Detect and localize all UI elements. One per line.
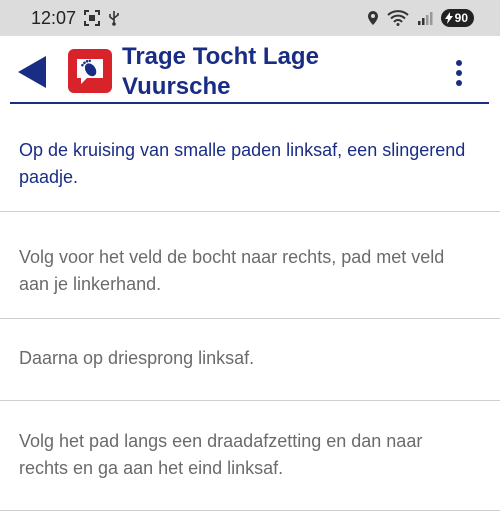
route-step-text: Daarna op driesprong linksaf.	[19, 348, 255, 368]
route-step-text: Volg voor het veld de bocht naar rechts,…	[19, 247, 445, 294]
battery-icon: 90	[440, 9, 474, 27]
route-step-text: Op de kruising van smalle paden linksaf,…	[19, 140, 466, 187]
route-step-item[interactable]: Volg voor het veld de bocht naar rechts,…	[0, 212, 500, 319]
back-button[interactable]	[12, 54, 52, 90]
route-step-list: Op de kruising van smalle paden linksaf,…	[0, 104, 500, 511]
route-step-text: Volg het pad langs een draadafzetting en…	[19, 431, 423, 478]
footprint-logo-icon	[77, 59, 103, 84]
location-icon	[367, 11, 378, 25]
screenshot-icon	[84, 10, 100, 26]
route-step-item[interactable]: Daarna op driesprong linksaf.	[0, 319, 500, 401]
charging-bolt-icon	[444, 12, 453, 24]
wifi-icon	[386, 10, 409, 26]
status-time: 12:07	[31, 8, 77, 28]
more-vertical-icon	[456, 60, 462, 86]
page-title: Trage Tocht Lage Vuursche	[122, 43, 319, 100]
app-bar: Trage Tocht Lage Vuursche	[0, 36, 500, 104]
route-step-item[interactable]: Volg het pad langs een draadafzetting en…	[0, 401, 500, 511]
route-step-item[interactable]: Op de kruising van smalle paden linksaf,…	[0, 104, 500, 212]
back-arrow-icon	[18, 56, 46, 88]
more-options-button[interactable]	[448, 56, 470, 92]
app-logo	[68, 49, 112, 93]
battery-level: 90	[454, 11, 468, 25]
signal-icon	[417, 12, 433, 25]
usb-icon	[109, 11, 119, 26]
status-bar: 12:07 90	[0, 0, 500, 36]
